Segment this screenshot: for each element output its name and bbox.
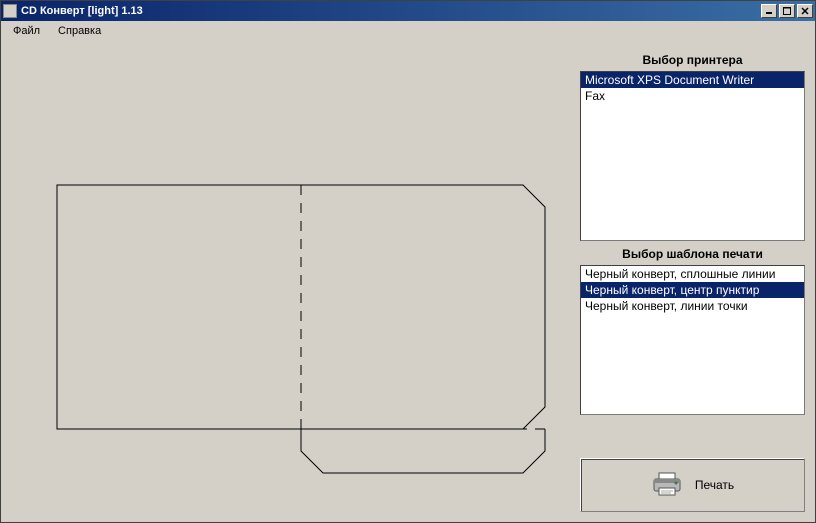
- window-title: CD Конверт [light] 1.13: [21, 5, 759, 17]
- print-button[interactable]: Печать: [635, 467, 750, 504]
- print-frame: Печать: [580, 458, 805, 512]
- printer-listbox[interactable]: Microsoft XPS Document WriterFax: [580, 71, 805, 241]
- right-panel: Выбор принтера Microsoft XPS Document Wr…: [580, 41, 815, 522]
- client-area: Выбор принтера Microsoft XPS Document Wr…: [1, 41, 815, 522]
- app-icon: [3, 4, 17, 18]
- preview-panel: [1, 41, 580, 522]
- close-button[interactable]: [797, 4, 813, 18]
- printer-section-label: Выбор принтера: [580, 47, 805, 71]
- template-item[interactable]: Черный конверт, линии точки: [581, 298, 804, 314]
- menu-file[interactable]: Файл: [7, 23, 46, 39]
- printer-icon: [651, 471, 683, 500]
- template-item[interactable]: Черный конверт, сплошные линии: [581, 266, 804, 282]
- printer-item[interactable]: Fax: [581, 88, 804, 104]
- printer-item[interactable]: Microsoft XPS Document Writer: [581, 72, 804, 88]
- main-window: CD Конверт [light] 1.13 Файл Справка: [0, 0, 816, 523]
- titlebar: CD Конверт [light] 1.13: [1, 1, 815, 21]
- menubar: Файл Справка: [1, 21, 815, 41]
- minimize-button[interactable]: [761, 4, 777, 18]
- window-controls: [759, 4, 813, 18]
- template-section-label: Выбор шаблона печати: [580, 241, 805, 265]
- template-item[interactable]: Черный конверт, центр пунктир: [581, 282, 804, 298]
- print-button-label: Печать: [695, 478, 734, 492]
- menu-help[interactable]: Справка: [52, 23, 107, 39]
- maximize-button[interactable]: [779, 4, 795, 18]
- template-listbox[interactable]: Черный конверт, сплошные линииЧерный кон…: [580, 265, 805, 415]
- envelope-preview: [51, 161, 551, 481]
